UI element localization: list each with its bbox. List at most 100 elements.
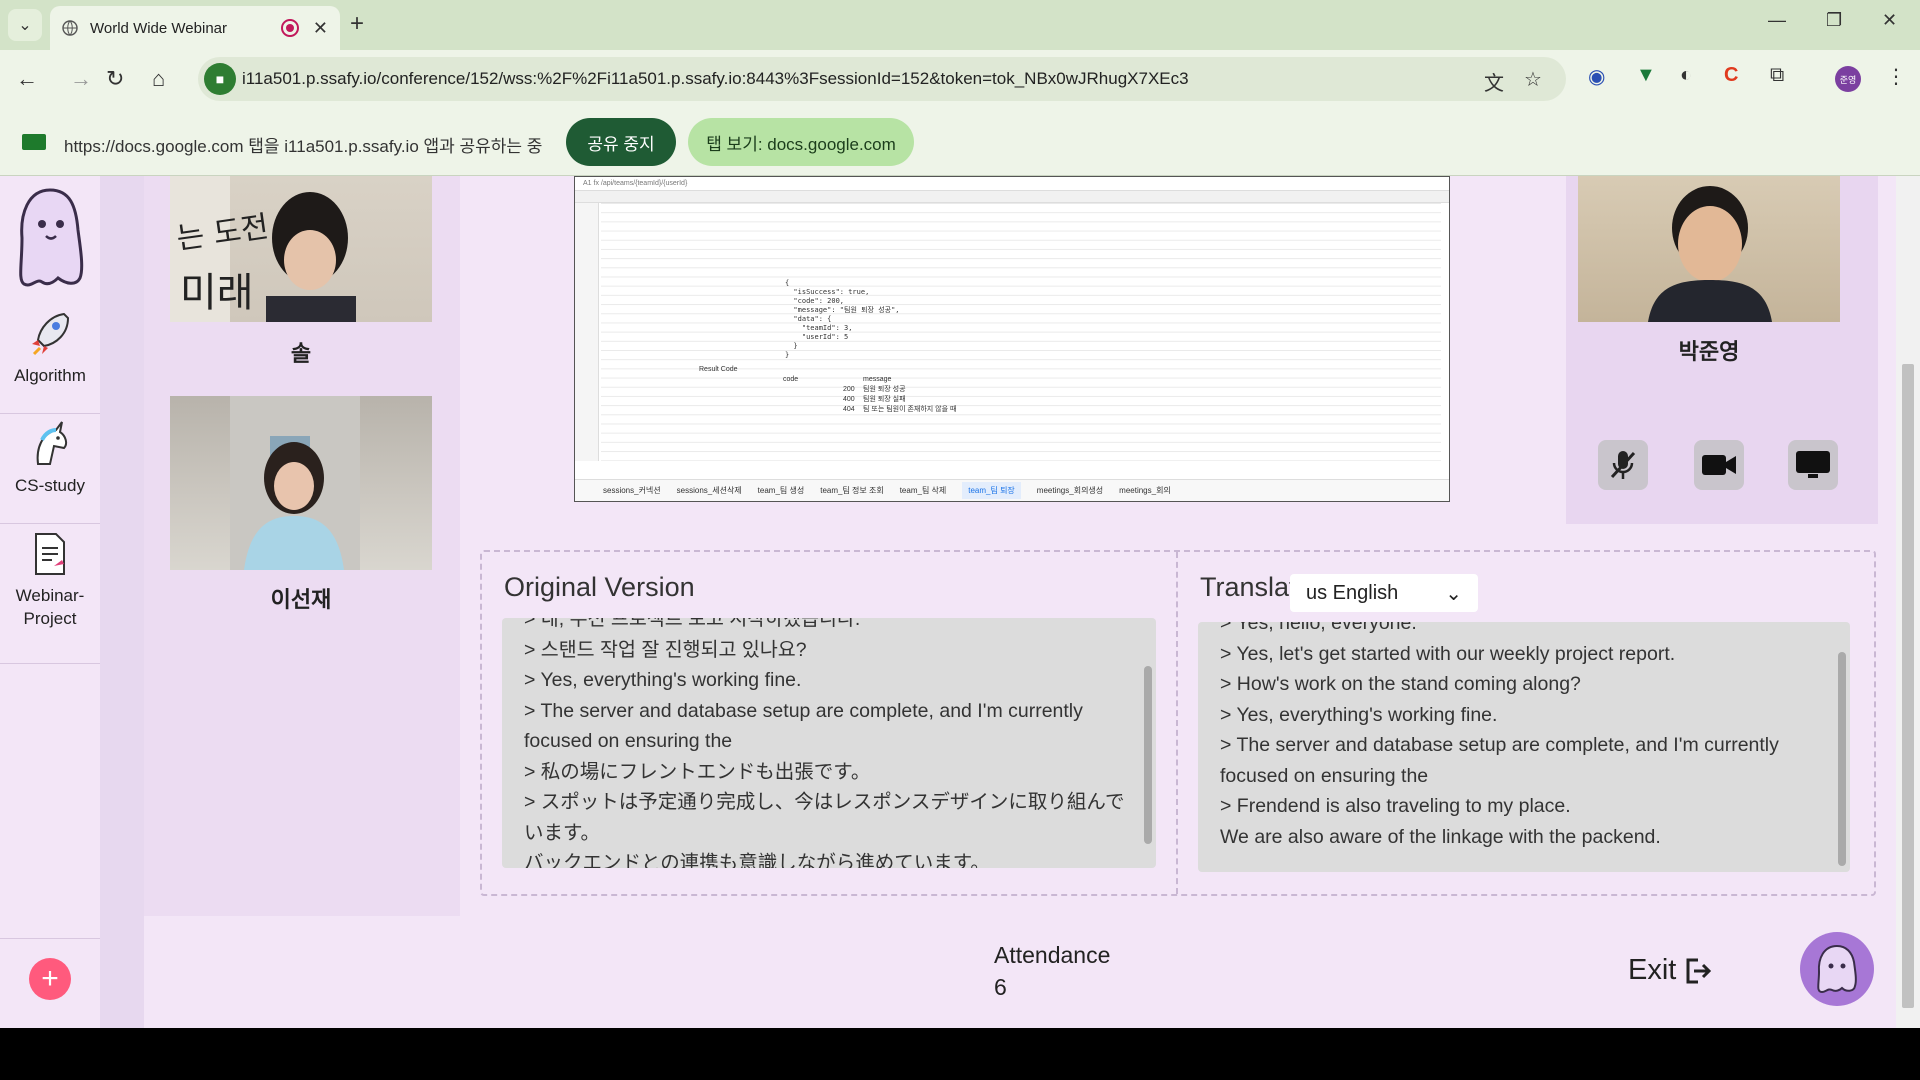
add-project-button[interactable]: + [29,958,71,1000]
sheet-tab: sessions_커넥션 [603,486,661,495]
conference-content: 는 도전 미래 솔 이선재 A1 fx /api/teams/{teamId}/{… [144,176,1896,1028]
translated-transcript-box[interactable]: > Yes, hello, everyone. > Yes, let's get… [1198,622,1850,872]
sidebar-item-label: Algorithm [14,366,86,385]
chevron-down-icon: ⌄ [1445,582,1462,605]
home-icon[interactable]: ⌂ [152,66,165,92]
language-select[interactable]: us English ⌄ [1290,574,1478,612]
page-scrollbar[interactable] [1896,176,1920,1028]
extension-broadcast-icon[interactable]: ◉ [1588,64,1605,89]
spreadsheet-column-header [575,191,1449,203]
browser-tabstrip: ⌄ World Wide Webinar ✕ + — ❐ ✕ [0,0,1920,50]
attendance-count: 6 [994,974,1007,1000]
spreadsheet-json-cell: { "isSuccess": true, "code": 200, "messa… [785,279,900,359]
mic-muted-button[interactable] [1598,440,1648,490]
exit-button[interactable]: Exit [1628,954,1712,987]
transcript-line: > The server and database setup are comp… [1220,734,1779,787]
original-version-title: Original Version [504,572,695,602]
transcript-line: We are also aware of the linkage with th… [1220,825,1661,848]
extension-c-icon[interactable]: C [1724,64,1738,87]
participants-left-column: 는 도전 미래 솔 이선재 [144,176,460,916]
screen-share-button[interactable] [1788,440,1838,490]
message-cell: 팀원 퇴장 실패 [863,396,906,403]
sheet-tab: team_팀 생성 [757,486,805,495]
transcript-scrollbar[interactable] [1144,666,1152,844]
message-cell: 팀 또는 팀원이 존재하지 않을 때 [863,406,957,413]
sheet-tab: meetings_회의 [1119,486,1171,495]
transcript-line: > 私の場にフレントエンドも出張です。 [524,760,871,783]
message-header: message [863,376,892,383]
back-icon[interactable]: ← [16,66,38,92]
chatbot-ghost-button[interactable] [1800,932,1874,1006]
translate-icon[interactable]: 文 [1484,67,1504,96]
transcript-line: バックエンドとの連携も意識しながら進めています。 [524,852,990,868]
url-text: i11a501.p.ssafy.io/conference/152/wss:%2… [242,69,1189,88]
panel-divider [1176,552,1178,894]
screen-share-icon [22,134,46,150]
bookmark-star-icon[interactable]: ☆ [1524,67,1542,92]
extensions-puzzle-icon[interactable]: ⧉ [1770,64,1784,87]
transcript-line: > 스탠드 작업 잘 진행되고 있나요? [524,638,807,661]
sheet-tab: meetings_회의생성 [1036,486,1104,495]
original-transcript: > 네, 우선 프로젝트 보고 시작하겠습니다. > 스탠드 작업 잘 진행되고… [524,618,1132,868]
code-cell: 404 [843,406,855,413]
unicorn-icon [36,421,68,465]
participant-name: 이선재 [270,587,332,612]
code-cell: 400 [843,396,855,403]
profile-avatar[interactable]: 준영 [1835,66,1861,92]
transcript-line: > Frendend is also traveling to my place… [1220,795,1571,817]
spreadsheet-grid [601,203,1441,461]
ghost-logo-icon[interactable] [14,184,86,292]
extension-v-icon[interactable]: ▼ [1636,64,1656,87]
forward-icon[interactable]: → [70,66,92,92]
spreadsheet-row-numbers [575,203,599,461]
camera-site-icon[interactable]: ■ [204,63,236,95]
stop-sharing-button[interactable]: 공유 중지 [566,118,676,166]
message-cell: 팀원 퇴장 성공 [863,386,906,393]
translated-transcript: > Yes, hello, everyone. > Yes, let's get… [1220,622,1826,852]
exit-label: Exit [1628,954,1677,986]
tab-list-button[interactable]: ⌄ [8,9,42,41]
ghost-icon [1817,944,1857,994]
sidebar-item-cs-study[interactable]: CS-study [0,414,100,524]
shared-screen-spreadsheet: A1 fx /api/teams/{teamId}/{userId} { "is… [574,176,1450,502]
new-tab-button[interactable]: + [350,10,364,38]
view-tab-button[interactable]: 탭 보기: docs.google.com [688,118,914,166]
language-value: us English [1306,581,1399,604]
transcript-line: > How's work on the stand coming along? [1220,673,1581,695]
close-window-icon[interactable]: ✕ [1882,10,1897,31]
reload-icon[interactable]: ↻ [106,66,124,92]
logout-icon [1686,958,1712,983]
sidebar-item-webinar-project[interactable]: Webinar- Project [0,524,100,664]
tab-share-bar: https://docs.google.com 탭을 i11a501.p.ssa… [0,108,1920,176]
extension-circle-icon[interactable]: ◐ [1680,64,1692,87]
left-sidebar: Algorithm CS-study Webinar- Project + [0,176,100,1028]
participant-video-sol: 는 도전 미래 [170,176,432,322]
original-transcript-box[interactable]: > 네, 우선 프로젝트 보고 시작하겠습니다. > 스탠드 작업 잘 진행되고… [502,618,1156,868]
page-scrollbar-thumb[interactable] [1902,364,1914,1008]
mic-off-icon [1610,451,1636,479]
close-tab-icon[interactable]: ✕ [313,18,328,39]
document-icon [35,533,65,575]
person-silhouette-icon [230,396,360,570]
address-bar[interactable]: ■ i11a501.p.ssafy.io/conference/152/wss:… [198,57,1566,101]
minimize-icon[interactable]: — [1768,10,1786,31]
webinar-app: Algorithm CS-study Webinar- Project + 는 … [0,176,1920,1028]
participant-video-parkjunyoung [1578,176,1840,322]
video-camera-icon [1702,455,1736,475]
participant-right-panel: 박준영 [1566,176,1878,524]
participant-name: 박준영 [1678,339,1740,364]
browser-toolbar: ← → ↻ ⌂ ■ i11a501.p.ssafy.io/conference/… [0,50,1920,108]
sidebar-item-label: CS-study [15,476,85,495]
browser-tab[interactable]: World Wide Webinar ✕ [50,6,340,50]
spreadsheet-formula-bar: A1 fx /api/teams/{teamId}/{userId} [575,177,1449,191]
transcript-scrollbar[interactable] [1838,652,1846,866]
share-message: https://docs.google.com 탭을 i11a501.p.ssa… [64,137,543,156]
restore-icon[interactable]: ❐ [1826,10,1842,31]
camera-button[interactable] [1694,440,1744,490]
sheet-tab: team_팀 정보 조회 [820,486,884,495]
transcript-line: > 네, 우선 프로젝트 보고 시작하겠습니다. [524,618,861,630]
spreadsheet-sheet-tabs: sessions_커넥션 sessions_세션삭제 team_팀 생성 tea… [575,479,1449,501]
sidebar-divider [0,938,100,939]
menu-kebab-icon[interactable]: ⋮ [1886,64,1906,89]
sidebar-item-algorithm[interactable]: Algorithm [0,304,100,414]
